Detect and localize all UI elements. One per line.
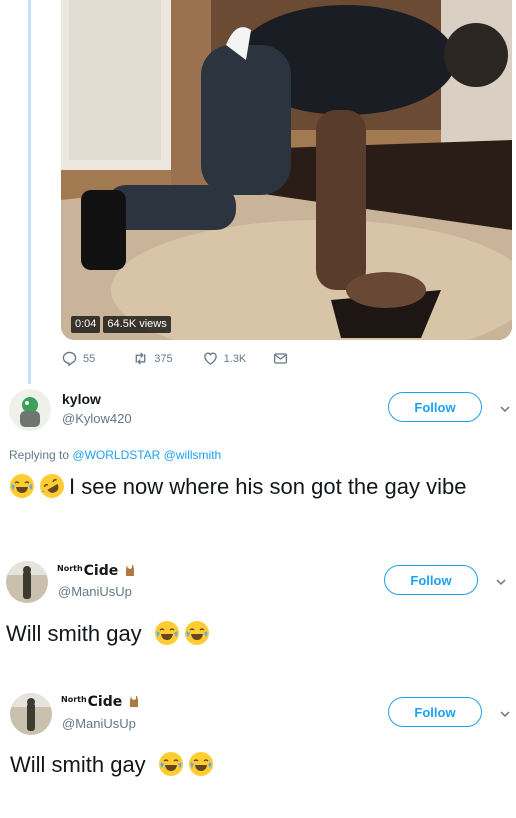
tears-of-joy-emoji — [188, 752, 213, 776]
heart-icon — [203, 352, 217, 365]
display-name-main: Cide — [83, 563, 119, 579]
user-handle[interactable]: @ManiUsUp — [62, 716, 136, 731]
video-views: 64.5K views — [103, 316, 171, 333]
envelope-icon — [274, 353, 288, 364]
retweet-button[interactable]: 375 — [133, 351, 173, 366]
tweet-text: Will smith gay — [6, 619, 496, 649]
thread-line — [28, 0, 31, 384]
reply-count: 55 — [83, 352, 96, 365]
display-name[interactable]: NorthCide — [61, 694, 141, 710]
avatar[interactable] — [6, 561, 48, 603]
tweet-body: I see now where his son got the gay vibe — [69, 474, 467, 499]
chevron-down-icon[interactable] — [499, 708, 511, 720]
user-handle[interactable]: @Kylow420 — [62, 411, 132, 426]
tears-of-joy-emoji — [10, 474, 34, 498]
display-name-main: Cide — [87, 694, 123, 710]
like-count: 1.3K — [223, 352, 247, 365]
video-player[interactable]: 0:04 64.5K views — [61, 0, 512, 340]
chevron-down-icon[interactable] — [495, 576, 507, 588]
reply-tweet: NorthCide @ManiUsUp Follow Will smith ga… — [0, 690, 516, 800]
reply-button[interactable]: 55 — [62, 351, 95, 366]
tweet-body: Will smith gay — [6, 621, 142, 646]
follow-button[interactable]: Follow — [388, 697, 482, 727]
tweet-text: Will smith gay — [10, 750, 500, 780]
reply-tweet: NorthCide @ManiUsUp Follow Will smith ga… — [0, 558, 516, 668]
follow-button[interactable]: Follow — [388, 392, 482, 422]
tears-of-joy-emoji — [184, 621, 209, 645]
chevron-down-icon[interactable] — [499, 403, 511, 415]
replying-to-links[interactable]: @WORLDSTAR @willsmith — [72, 448, 221, 462]
reply-icon — [62, 351, 77, 366]
display-name[interactable]: kylow — [62, 391, 101, 407]
display-name-prefix: North — [61, 695, 87, 704]
rock-on-hand-icon — [126, 565, 135, 576]
tweet-text: I see now where his son got the gay vibe — [9, 472, 499, 502]
tears-of-joy-emoji — [154, 621, 179, 645]
follow-button[interactable]: Follow — [384, 565, 478, 595]
reply-tweet: kylow @Kylow420 Follow Replying to @WORL… — [0, 385, 516, 535]
replying-to-label: Replying to — [9, 448, 70, 462]
tweet-actions: 55 375 1.3K — [62, 351, 288, 366]
message-button[interactable] — [273, 351, 288, 366]
rock-on-hand-icon — [130, 696, 139, 707]
display-name[interactable]: NorthCide — [57, 563, 137, 579]
replying-to: Replying to @WORLDSTAR @willsmith — [9, 448, 221, 462]
retweet-count: 375 — [154, 352, 173, 365]
user-handle[interactable]: @ManiUsUp — [58, 584, 132, 599]
display-name-prefix: North — [57, 564, 83, 573]
tears-of-joy-emoji — [158, 752, 183, 776]
video-frame — [61, 0, 512, 340]
tweet-body: Will smith gay — [10, 752, 146, 777]
retweet-icon — [135, 352, 146, 365]
like-button[interactable]: 1.3K — [203, 351, 247, 366]
rolling-laughing-emoji — [40, 474, 64, 498]
video-timestamp: 0:04 — [71, 316, 101, 333]
avatar[interactable] — [10, 693, 52, 735]
avatar[interactable] — [9, 389, 51, 431]
